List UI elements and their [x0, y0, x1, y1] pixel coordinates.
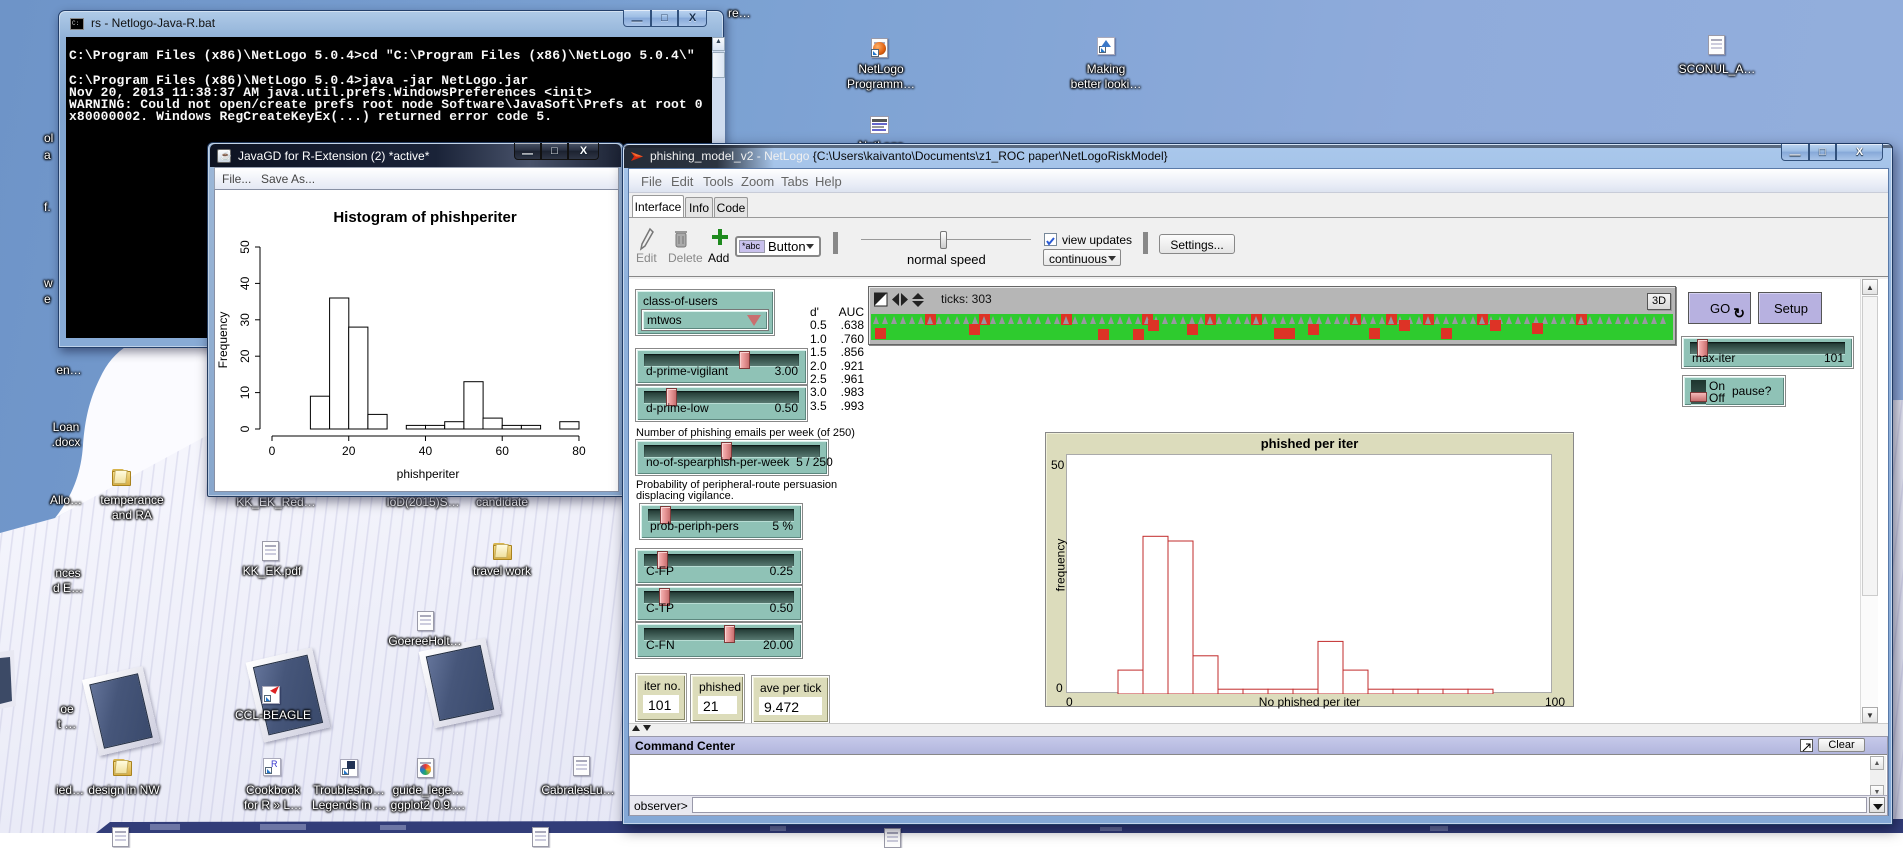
svg-text:80: 80 — [572, 444, 586, 458]
svg-text:40: 40 — [419, 444, 433, 458]
svg-text:60: 60 — [496, 444, 510, 458]
svg-text:phishperiter: phishperiter — [397, 467, 460, 481]
svg-text:20: 20 — [342, 444, 356, 458]
svg-text:30: 30 — [238, 313, 252, 327]
svg-text:0: 0 — [238, 425, 252, 432]
svg-text:10: 10 — [238, 386, 252, 400]
svg-text:20: 20 — [238, 349, 252, 363]
svg-text:0: 0 — [269, 444, 276, 458]
svg-text:Histogram of phishperiter: Histogram of phishperiter — [333, 209, 517, 226]
svg-text:40: 40 — [238, 276, 252, 290]
svg-text:50: 50 — [238, 240, 252, 254]
svg-text:Frequency: Frequency — [216, 312, 230, 369]
